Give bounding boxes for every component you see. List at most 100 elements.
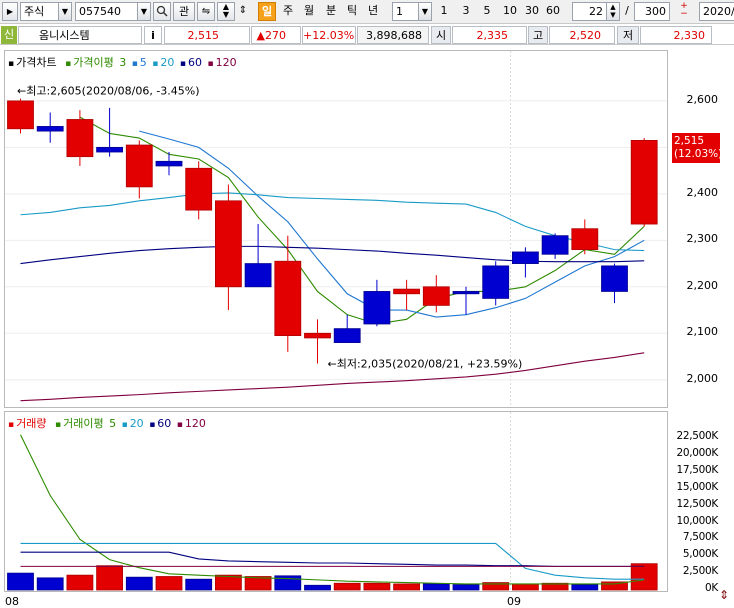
price-chart-panel[interactable]: ▪ 가격차트 ▪ 가격이평 3 ▪ 5 ▪ 20 ▪ 60 ▪ 120 ←최고:2,605(…: [4, 50, 668, 408]
candle: [333, 314, 361, 343]
volume-axis-tick: 2,500K: [682, 565, 718, 578]
period-week-button[interactable]: 주: [279, 2, 297, 21]
interval-30-button[interactable]: 30: [522, 2, 542, 21]
volume-axis: 22,500K 20,000K 17,500K 15,000K 12,500K 10,00…: [668, 411, 734, 594]
chart-scroll-icon[interactable]: ⇕: [719, 588, 733, 606]
interval-value: 1: [396, 5, 403, 18]
interval-5-button[interactable]: 5: [480, 2, 494, 21]
volume-bar: [452, 584, 480, 591]
volume-axis-tick: 0K: [705, 582, 718, 594]
open-price: 2,335: [452, 26, 527, 44]
count-stepper-icon[interactable]: ▲ ▼: [606, 3, 619, 20]
volume-bar: [333, 582, 361, 591]
period-minute-button[interactable]: 분: [322, 2, 340, 21]
volume-ma-60-line: [20, 551, 645, 567]
candle-body: [630, 139, 658, 225]
low-price: 2,330: [640, 26, 712, 44]
price-axis-tick: 2,400: [686, 185, 719, 199]
search-button[interactable]: [153, 2, 171, 21]
volume-axis-tick: 15,000K: [676, 480, 718, 493]
volume-bar: [630, 563, 658, 591]
candle-body: [214, 200, 242, 288]
last-rate-value: (12.03%): [674, 148, 723, 160]
collapse-toggle-icon[interactable]: ▶: [2, 2, 18, 21]
stock-name: 옴니시스템: [18, 26, 142, 44]
stock-type-value: 주식: [24, 5, 45, 18]
candle: [541, 233, 569, 259]
candle-body: [511, 251, 539, 264]
period-day-button[interactable]: 일: [258, 2, 276, 21]
candle-body: [244, 263, 272, 288]
candle: [185, 161, 213, 220]
candle: [601, 263, 628, 304]
x-axis-label-08: 08: [5, 595, 19, 608]
chevron-down-icon[interactable]: ▼: [418, 3, 431, 20]
candle-body: [185, 167, 213, 211]
volume-bar: [155, 576, 183, 591]
candle-body: [125, 144, 153, 188]
high-price: 2,520: [549, 26, 615, 44]
volume-bar: [393, 583, 421, 591]
info-button[interactable]: i: [144, 26, 162, 44]
candle-body: [274, 260, 302, 337]
candle-body: [363, 291, 391, 325]
volume-bar: [511, 583, 539, 591]
interval-select[interactable]: 1 ▼: [392, 2, 432, 21]
candle: [422, 275, 450, 313]
candle: [36, 112, 64, 143]
candle-body: [571, 228, 599, 251]
volume-axis-tick: 10,000K: [676, 514, 718, 527]
related-button[interactable]: 관: [173, 2, 195, 21]
price-axis-tick: 2,100: [686, 325, 719, 339]
price-axis-tick: 2,000: [686, 371, 719, 385]
chevron-down-icon[interactable]: ▼: [137, 3, 150, 20]
count-input[interactable]: 22 ▲ ▼: [572, 2, 620, 21]
interval-3-button[interactable]: 3: [459, 2, 473, 21]
volume-axis-tick: 7,500K: [682, 531, 718, 544]
chevron-down-icon[interactable]: ▼: [58, 3, 71, 20]
last-price-value: 2,515: [674, 135, 705, 147]
volume-axis-tick: 22,500K: [676, 430, 718, 443]
high-label: 고: [528, 26, 548, 44]
interval-10-button[interactable]: 10: [500, 2, 520, 21]
volume-chart-panel[interactable]: ▪ 거래량 ▪ 거래이평 5 ▪ 20 ▪ 60 ▪ 120: [4, 411, 668, 592]
candle-body: [393, 288, 421, 295]
candle: [393, 279, 421, 311]
count-divider: /: [625, 4, 629, 17]
link-icon[interactable]: ⇋: [197, 2, 215, 21]
candle-body: [482, 265, 510, 299]
interval-60-button[interactable]: 60: [543, 2, 563, 21]
candle: [7, 98, 34, 134]
stock-type-select[interactable]: 주식 ▼: [20, 2, 72, 21]
new-listing-badge: 신: [1, 26, 17, 44]
candle: [66, 110, 94, 166]
period-month-button[interactable]: 월: [300, 2, 318, 21]
candle-body: [36, 126, 64, 132]
stock-code-input[interactable]: 057540 ▼: [75, 2, 151, 21]
candle: [511, 247, 539, 278]
candle: [96, 107, 123, 157]
candle: [571, 219, 599, 255]
volume-bar: [571, 584, 599, 591]
volume-bar: [422, 583, 450, 591]
price-plot[interactable]: ←최고:2,605(2020/08/06, -3.45%) ←최저:2,035(2…: [5, 51, 667, 407]
candle: [244, 224, 272, 288]
stock-code-value: 057540: [79, 5, 121, 18]
volume-bar: [363, 582, 391, 591]
prev-next-stepper[interactable]: ▲ ▼: [217, 2, 235, 21]
low-label: 저: [617, 26, 639, 44]
price-ma-3-line: [79, 116, 645, 325]
count-plus-minus-icon[interactable]: + −: [673, 2, 695, 21]
quote-bar: 신 옴니시스템 i 2,515 ▲270 +12.03% 3,898,688 시…: [0, 25, 734, 45]
period-year-button[interactable]: 년: [364, 2, 382, 21]
price-axis-tick: 2,200: [686, 278, 719, 292]
stepper-arrow-icon[interactable]: ⇕: [236, 2, 250, 21]
volume-plot[interactable]: [5, 412, 667, 591]
period-tick-button[interactable]: 틱: [343, 2, 361, 21]
candle-body: [7, 100, 34, 130]
count-total-input[interactable]: 300: [634, 2, 670, 21]
interval-1-button[interactable]: 1: [437, 2, 451, 21]
current-price: 2,515: [164, 26, 250, 44]
date-input[interactable]: 2020/0: [699, 2, 734, 21]
low-annotation: ←최저:2,035(2020/08/21, +23.59%): [328, 357, 523, 370]
